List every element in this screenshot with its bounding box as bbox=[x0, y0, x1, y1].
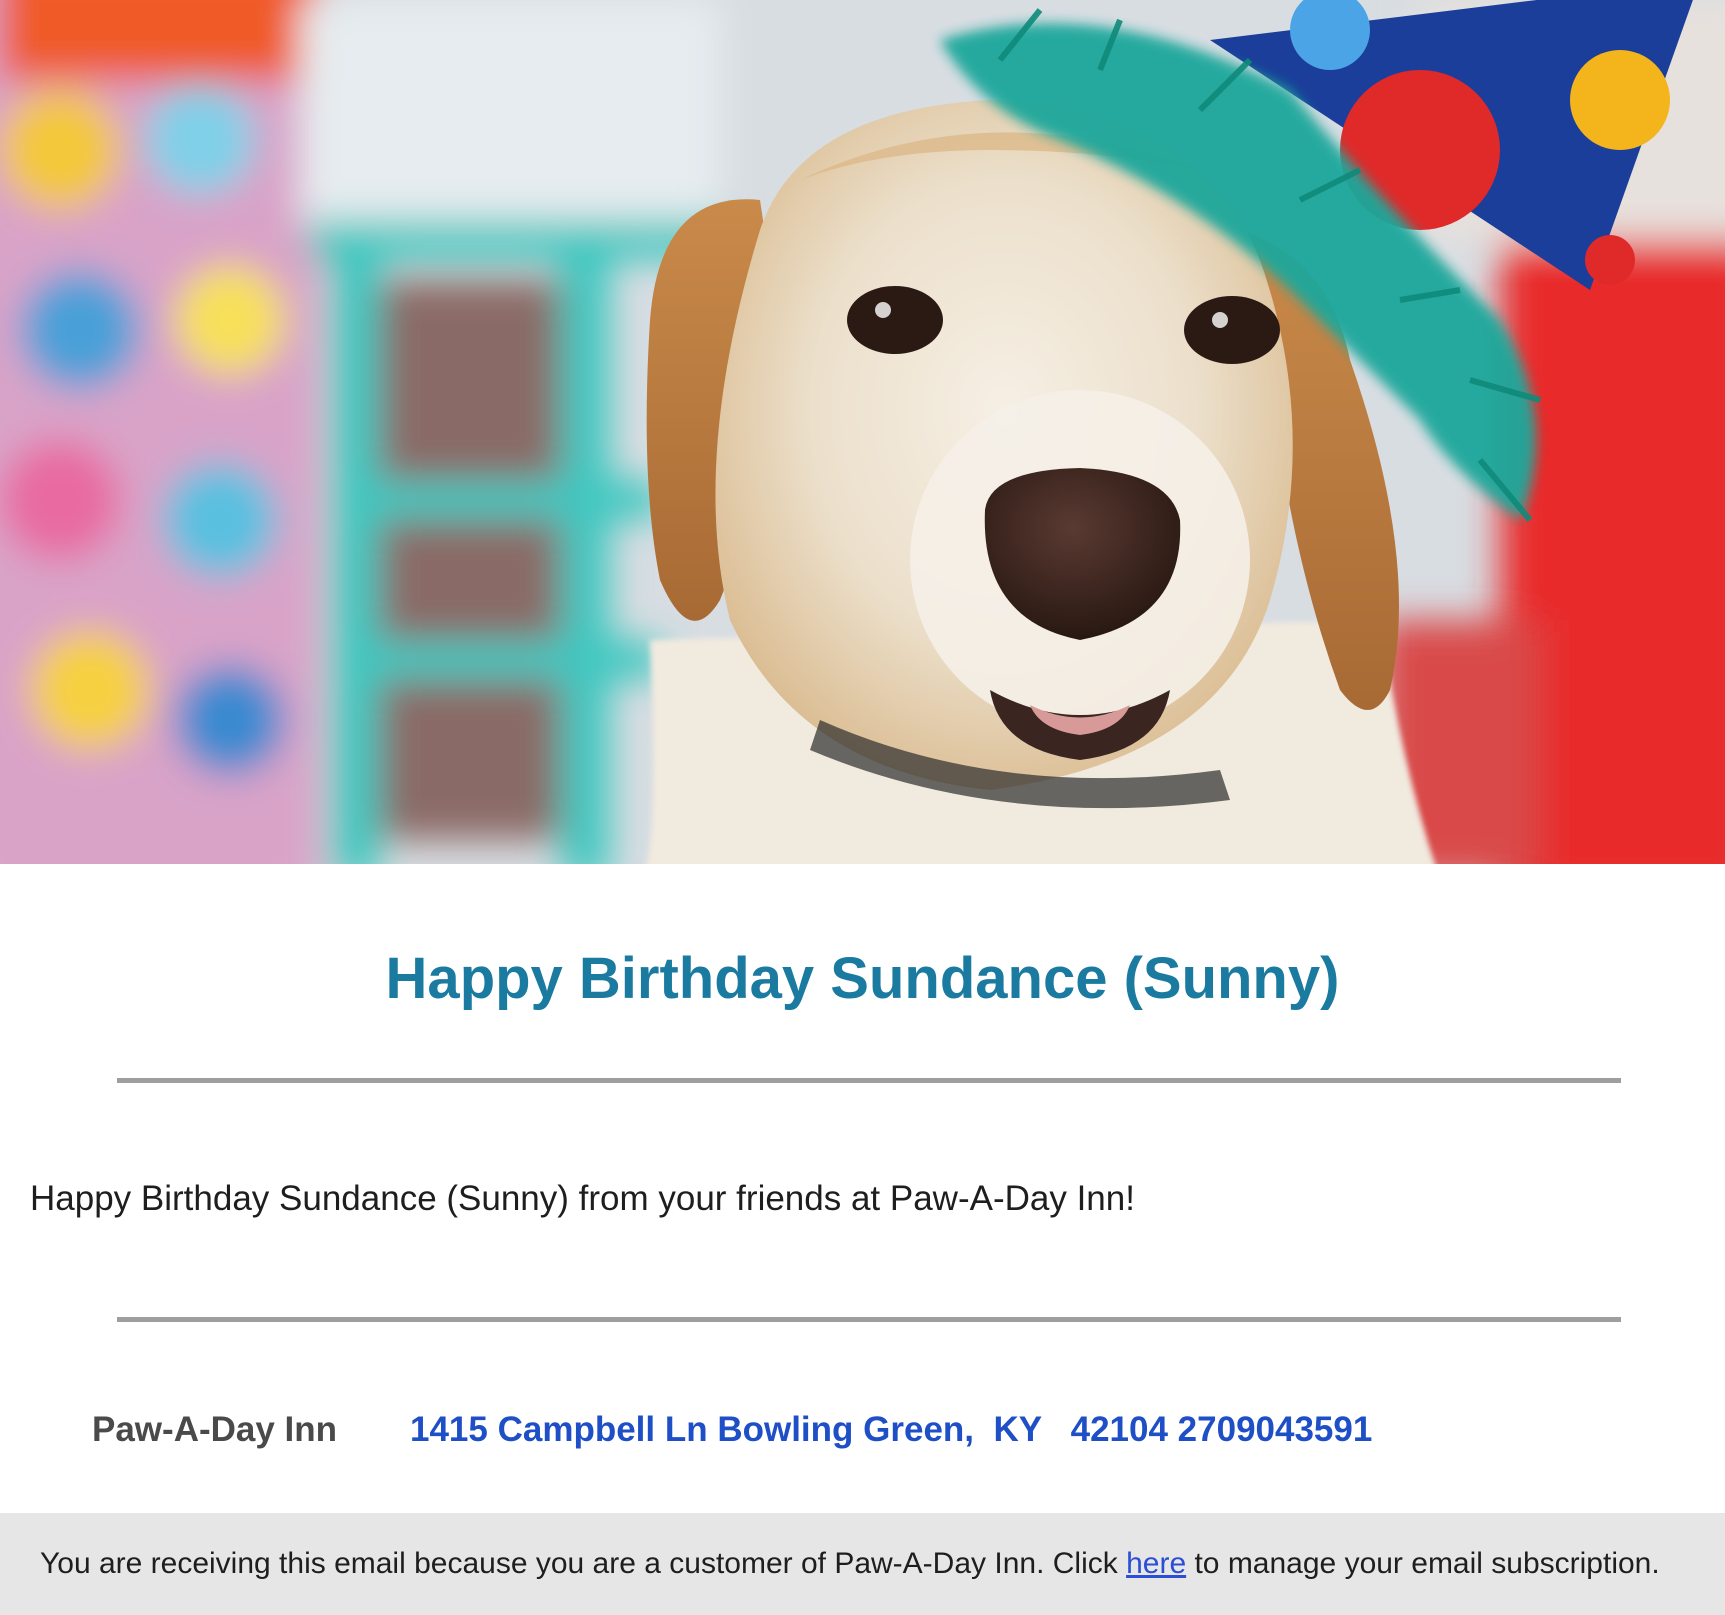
subscription-text: You are receiving this email because you… bbox=[40, 1546, 1660, 1582]
email-body: Happy Birthday Sundance (Sunny) Happy Bi… bbox=[0, 0, 1725, 1615]
divider bbox=[117, 1078, 1621, 1083]
birthday-message: Happy Birthday Sundance (Sunny) from you… bbox=[30, 1179, 1135, 1218]
subscription-text-before: You are receiving this email because you… bbox=[40, 1547, 1127, 1580]
divider bbox=[117, 1317, 1621, 1322]
hero-image bbox=[0, 0, 1725, 864]
greeting-title: Happy Birthday Sundance (Sunny) bbox=[385, 946, 1340, 1011]
subscription-notice: You are receiving this email because you… bbox=[0, 1513, 1725, 1615]
manage-subscription-link[interactable]: here bbox=[1126, 1547, 1186, 1580]
business-address-link[interactable]: 1415 Campbell Ln Bowling Green, KY 42104… bbox=[410, 1409, 1372, 1451]
business-name: Paw-A-Day Inn bbox=[92, 1410, 338, 1449]
subscription-text-after: to manage your email subscription. bbox=[1186, 1547, 1660, 1580]
